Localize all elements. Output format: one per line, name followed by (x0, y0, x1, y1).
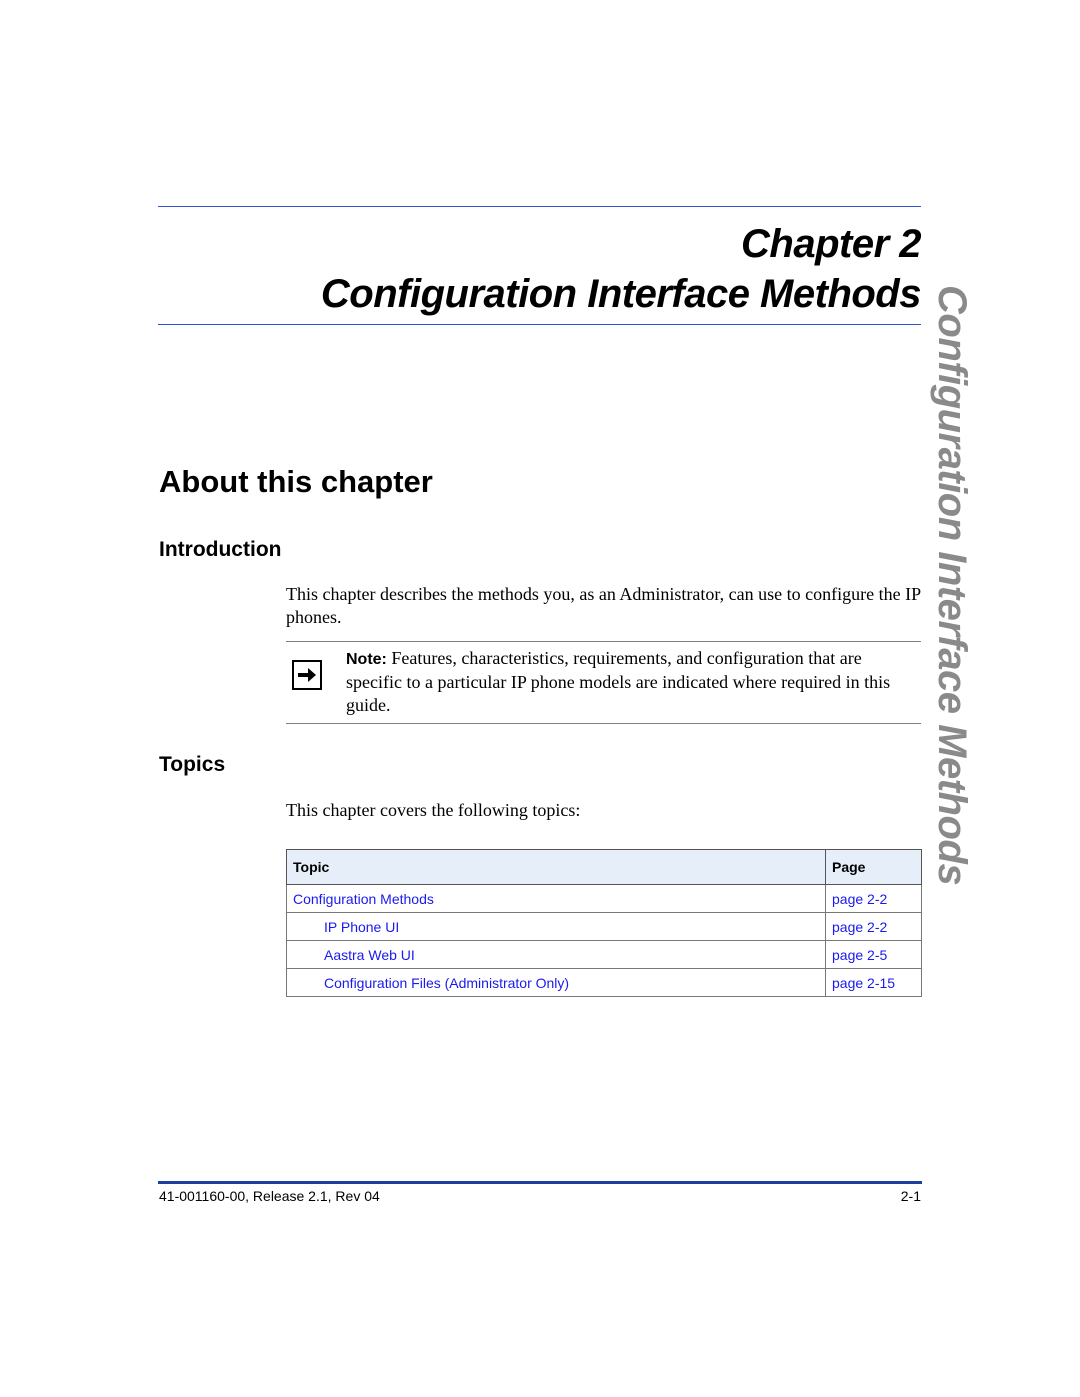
side-tab-label: Configuration Interface Methods (930, 285, 974, 886)
topic-link[interactable]: IP Phone UI (286, 912, 826, 941)
header-topic: Topic (286, 849, 826, 885)
topic-link[interactable]: Configuration Files (Administrator Only) (286, 968, 826, 997)
chapter-label: Chapter 2 (741, 222, 922, 266)
arrow-right-icon (292, 660, 322, 690)
page-link[interactable]: page 2-15 (825, 968, 922, 997)
table-row: Aastra Web UI page 2-5 (286, 940, 922, 969)
topics-table: Topic Page Configuration Methods page 2-… (286, 849, 922, 997)
header-page: Page (825, 849, 922, 885)
header-rule-top (158, 206, 921, 207)
chapter-title: Configuration Interface Methods (320, 272, 922, 316)
topic-link[interactable]: Configuration Methods (286, 884, 826, 913)
note-text: Features, characteristics, requirements,… (346, 648, 891, 715)
introduction-heading: Introduction (159, 538, 282, 561)
note: Note: Features, characteristics, require… (346, 647, 921, 717)
table-row: IP Phone UI page 2-2 (286, 912, 922, 941)
table-header-row: Topic Page (286, 849, 922, 885)
note-label: Note: (346, 651, 387, 668)
table-row: Configuration Files (Administrator Only)… (286, 968, 922, 997)
topics-heading: Topics (159, 753, 226, 776)
header-rule-bottom (158, 324, 921, 325)
page-link[interactable]: page 2-2 (825, 912, 922, 941)
note-rule-top (286, 641, 921, 642)
topic-link[interactable]: Aastra Web UI (286, 940, 826, 969)
footer-rule (158, 1181, 922, 1184)
arrow-right-glyph (298, 668, 316, 682)
footer-doc-id: 41-001160-00, Release 2.1, Rev 04 (159, 1188, 380, 1204)
page-link[interactable]: page 2-5 (825, 940, 922, 969)
topics-paragraph: This chapter covers the following topics… (286, 800, 581, 820)
side-tab: Configuration Interface Methods (930, 285, 974, 945)
note-rule-bottom (286, 723, 921, 724)
footer-page-number: 2-1 (900, 1188, 921, 1204)
page-link[interactable]: page 2-2 (825, 884, 922, 913)
introduction-paragraph: This chapter describes the methods you, … (286, 584, 921, 627)
section-title: About this chapter (159, 464, 433, 499)
table-row: Configuration Methods page 2-2 (286, 884, 922, 913)
